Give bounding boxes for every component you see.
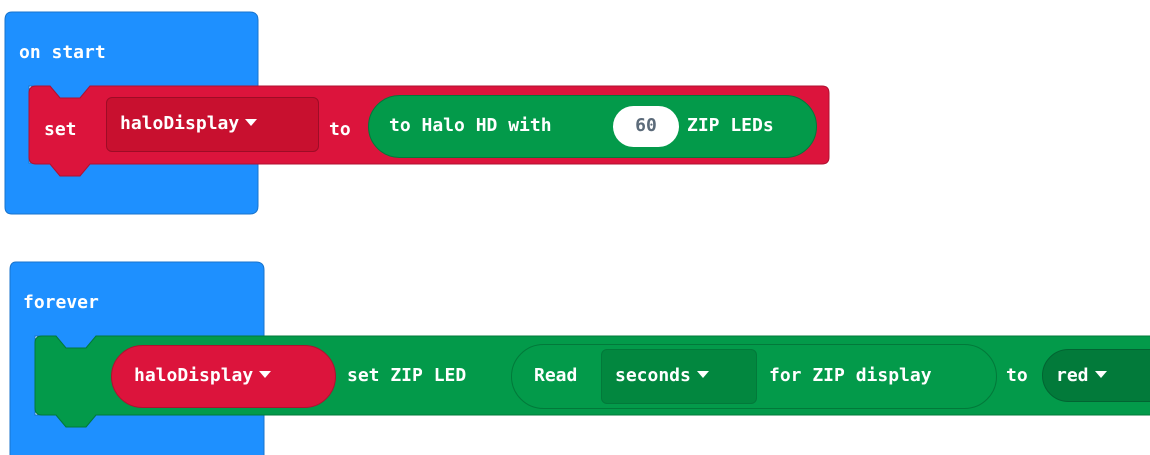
variable-reporter-halodisplay[interactable]: haloDisplay — [111, 345, 336, 408]
read-time-block[interactable]: Read seconds for ZIP display — [511, 344, 997, 409]
for-zip-display-label: for ZIP display — [769, 365, 932, 386]
dropdown-caret-icon — [1094, 370, 1107, 378]
set-zip-led-label: set ZIP LED — [347, 365, 467, 386]
variable-reporter-label: haloDisplay — [134, 365, 254, 386]
dropdown-caret-icon — [696, 370, 709, 378]
dropdown-caret-icon — [259, 370, 272, 378]
read-label: Read — [534, 365, 578, 386]
color-dropdown-label: red — [1056, 365, 1089, 386]
time-unit-label: seconds — [615, 365, 691, 386]
to-label-forever: to — [1006, 365, 1028, 386]
color-dropdown[interactable]: red — [1042, 349, 1150, 402]
time-unit-dropdown[interactable]: seconds — [601, 349, 757, 404]
